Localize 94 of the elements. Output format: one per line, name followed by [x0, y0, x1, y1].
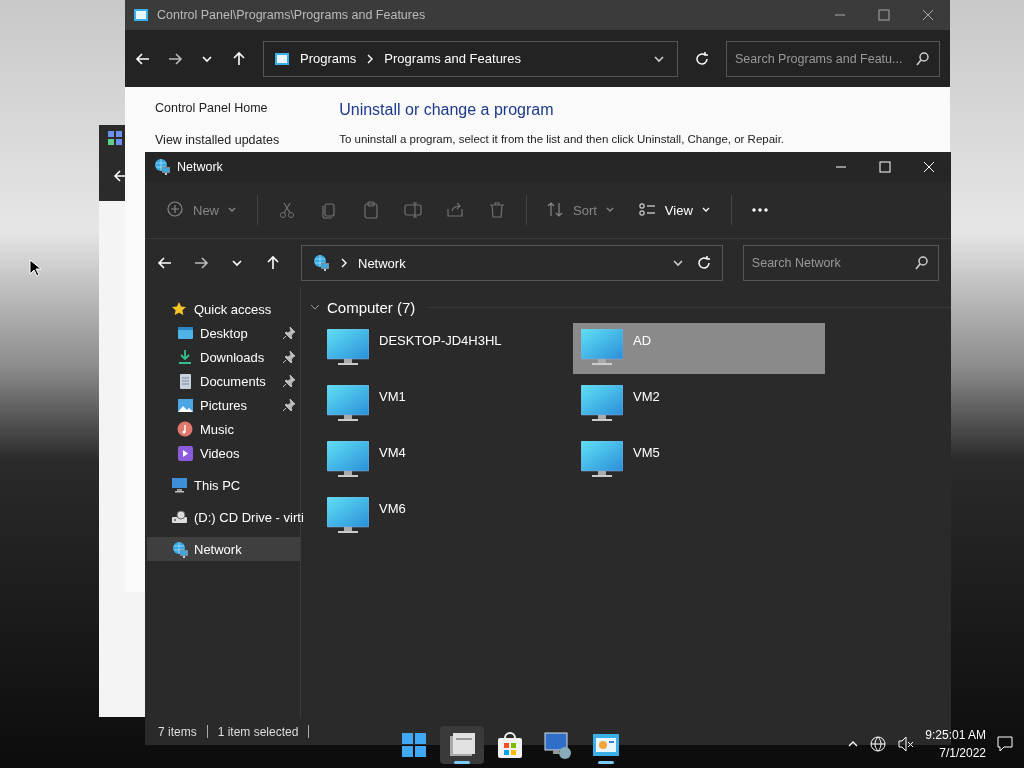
pin-icon — [282, 374, 296, 388]
forward-arrow-icon — [167, 50, 183, 67]
sidebar-link[interactable]: Control Panel Home — [155, 101, 280, 115]
document-icon — [177, 372, 194, 390]
control-panel-icon — [274, 50, 290, 67]
desktop-icon — [177, 324, 194, 342]
status-text: 7 items — [158, 724, 197, 739]
copy-icon — [320, 201, 338, 219]
address-bar[interactable]: Programs Programs and Features — [263, 40, 678, 77]
monitor-icon — [543, 730, 573, 760]
window-title: Network — [177, 160, 223, 174]
up-arrow-icon — [265, 255, 281, 271]
sidebar-item[interactable]: Music — [147, 417, 300, 441]
download-icon — [177, 348, 194, 366]
chevron-right-icon — [366, 53, 375, 64]
computer-item[interactable]: VM4 — [319, 435, 571, 486]
view-icon — [638, 201, 657, 219]
pin-icon — [282, 326, 296, 340]
search-field[interactable]: Search Network — [742, 245, 939, 281]
back-arrow-icon — [135, 50, 151, 67]
monitor-icon — [581, 441, 623, 477]
instructions-text: To uninstall a program, select it from the list and then click Uninstall, Change, or Repair. — [339, 133, 785, 145]
window-title: Control Panel\Programs\Programs and Features — [157, 8, 426, 22]
refresh-icon — [694, 50, 710, 67]
video-icon — [177, 444, 194, 462]
taskbar-app-button[interactable] — [440, 726, 484, 764]
sort-icon — [547, 201, 565, 219]
monitor-icon — [327, 441, 369, 477]
page-heading: Uninstall or change a program — [339, 101, 555, 119]
rename-icon — [404, 201, 422, 219]
globe-icon — [869, 735, 888, 753]
monitor-icon — [581, 329, 623, 365]
monitor-icon — [581, 385, 623, 421]
toolbar-menu-button[interactable]: View — [628, 195, 721, 225]
plus-icon — [167, 201, 185, 219]
clock-time: 9:25:01 AM — [925, 727, 986, 744]
computer-item[interactable]: VM2 — [573, 379, 825, 430]
music-icon — [177, 420, 194, 438]
network-icon — [312, 254, 330, 272]
sidebar-item[interactable]: Documents — [147, 369, 300, 393]
computer-item[interactable]: DESKTOP-JD4H3HL — [319, 323, 571, 374]
sidebar-item[interactable]: Network — [147, 537, 300, 561]
speaker-muted-icon — [897, 735, 916, 753]
search-icon — [915, 50, 931, 67]
breadcrumb-link[interactable]: Programs and Features — [384, 51, 521, 66]
search-field[interactable]: Search Programs and Featu... — [726, 40, 940, 77]
address-bar[interactable]: Network — [301, 245, 723, 281]
more-icon — [751, 208, 768, 212]
start-icon — [399, 730, 429, 760]
mouse-pointer-icon — [29, 259, 41, 277]
maximize-icon — [879, 161, 891, 173]
computer-item[interactable]: VM6 — [319, 491, 571, 542]
network-icon — [153, 158, 171, 176]
computer-icon — [171, 476, 188, 494]
clock-date: 7/1/2022 — [939, 745, 986, 762]
shopping-bag-icon — [495, 730, 525, 760]
breadcrumb-link[interactable]: Network — [358, 255, 406, 271]
pin-icon — [282, 398, 296, 412]
sidebar-item[interactable]: Pictures — [147, 393, 300, 417]
sidebar-item[interactable]: Quick access — [147, 297, 300, 321]
up-arrow-icon — [231, 50, 247, 67]
computer-item[interactable]: VM5 — [573, 435, 825, 486]
scissors-icon — [278, 201, 296, 219]
picture-icon — [177, 396, 194, 414]
sidebar-item[interactable]: Videos — [147, 441, 300, 465]
search-icon — [914, 255, 930, 271]
sidebar-item[interactable]: This PC — [147, 473, 300, 497]
grid-icon — [107, 130, 123, 146]
group-header[interactable]: Computer (7) — [327, 298, 416, 316]
pin-icon — [282, 350, 296, 364]
sidebar-item[interactable]: Desktop — [147, 321, 300, 345]
monitor-icon — [327, 329, 369, 365]
notification-icon — [996, 735, 1014, 753]
sidebar-link[interactable]: View installed updates — [155, 133, 280, 147]
close-icon — [923, 161, 935, 173]
share-icon — [446, 201, 464, 219]
control-panel-icon — [133, 7, 149, 23]
maximize-icon — [878, 9, 890, 21]
status-text: 1 item selected — [217, 724, 299, 739]
computer-item[interactable]: VM1 — [319, 379, 571, 430]
network-icon — [171, 540, 188, 558]
close-icon — [922, 9, 934, 21]
clipboard-icon — [362, 201, 380, 219]
refresh-icon — [695, 255, 712, 271]
monitor-icon — [327, 497, 369, 533]
back-arrow-icon — [157, 255, 173, 271]
monitor-icon — [327, 385, 369, 421]
chevron-right-icon — [340, 258, 348, 268]
star-icon — [171, 300, 188, 318]
forward-arrow-icon — [193, 255, 209, 271]
trash-icon — [488, 201, 506, 219]
sidebar-item[interactable]: Downloads — [147, 345, 300, 369]
drive-icon — [171, 508, 188, 526]
breadcrumb-link[interactable]: Programs — [300, 51, 357, 66]
